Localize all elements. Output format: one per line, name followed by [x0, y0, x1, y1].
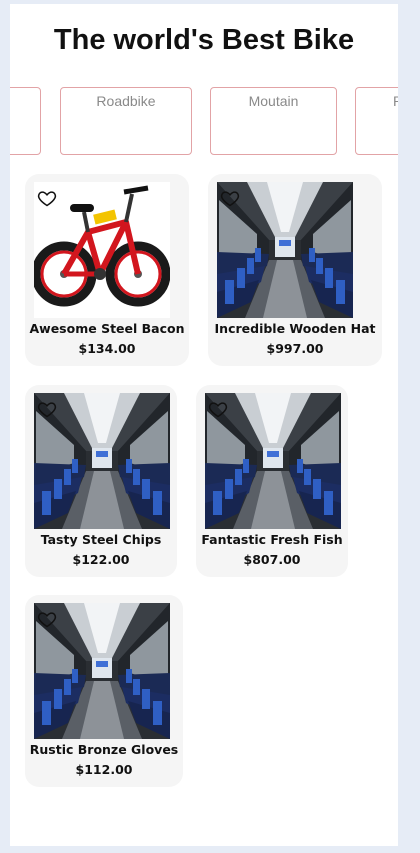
product-card[interactable]: Rustic Bronze Gloves $112.00 — [25, 595, 183, 787]
heart-outline-icon[interactable] — [37, 399, 57, 419]
product-name: Incredible Wooden Hat — [214, 321, 376, 336]
product-price: $997.00 — [266, 341, 324, 356]
page-title: The world's Best Bike — [53, 24, 355, 56]
category-chip-label: Roadbike — [96, 93, 156, 109]
product-price: $112.00 — [75, 762, 133, 777]
heart-outline-icon[interactable] — [37, 609, 57, 629]
app-screen: The world's Best Bike Roadbike Moutain P… — [10, 4, 398, 846]
product-price: $807.00 — [243, 552, 301, 567]
heart-outline-icon[interactable] — [220, 188, 240, 208]
product-card[interactable]: Awesome Steel Bacon $134.00 — [25, 174, 189, 366]
heart-outline-icon[interactable] — [208, 399, 228, 419]
heart-outline-icon[interactable] — [37, 188, 57, 208]
category-chip-mountain[interactable]: Moutain — [210, 87, 337, 155]
category-chip-partial-right[interactable]: P — [355, 87, 398, 155]
product-card[interactable]: Tasty Steel Chips $122.00 — [25, 385, 177, 577]
category-chip-roadbike[interactable]: Roadbike — [60, 87, 192, 155]
product-name: Awesome Steel Bacon — [29, 321, 185, 336]
product-card[interactable]: Incredible Wooden Hat $997.00 — [208, 174, 382, 366]
product-card[interactable]: Fantastic Fresh Fish $807.00 — [196, 385, 348, 577]
category-chip-label: Moutain — [248, 93, 299, 109]
category-carousel[interactable]: Roadbike Moutain P — [10, 87, 398, 157]
product-name: Tasty Steel Chips — [40, 532, 162, 547]
category-chip-partial[interactable] — [10, 87, 41, 155]
product-price: $134.00 — [78, 341, 136, 356]
product-name: Fantastic Fresh Fish — [201, 532, 343, 547]
category-chip-label: P — [393, 93, 398, 109]
product-name: Rustic Bronze Gloves — [29, 742, 179, 757]
product-price: $122.00 — [72, 552, 130, 567]
